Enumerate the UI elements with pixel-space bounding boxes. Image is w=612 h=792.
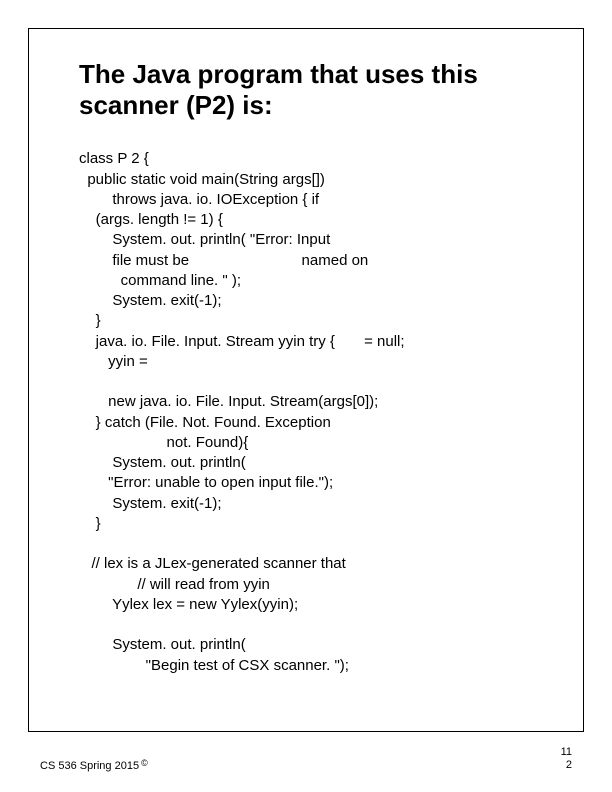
copyright-symbol: ©: [141, 758, 148, 768]
footer-left: CS 536 Spring 2015 ©: [40, 760, 148, 772]
page-number: 11 2: [561, 746, 572, 772]
page-number-top: 11: [561, 746, 572, 759]
footer: CS 536 Spring 2015 © 11 2: [40, 746, 572, 772]
slide-title: The Java program that uses this scanner …: [79, 59, 543, 121]
slide-frame: The Java program that uses this scanner …: [28, 28, 584, 732]
page-number-bottom: 2: [561, 759, 572, 772]
code-block: class P 2 { public static void main(Stri…: [79, 149, 543, 676]
course-label: CS 536 Spring 2015: [40, 760, 139, 772]
